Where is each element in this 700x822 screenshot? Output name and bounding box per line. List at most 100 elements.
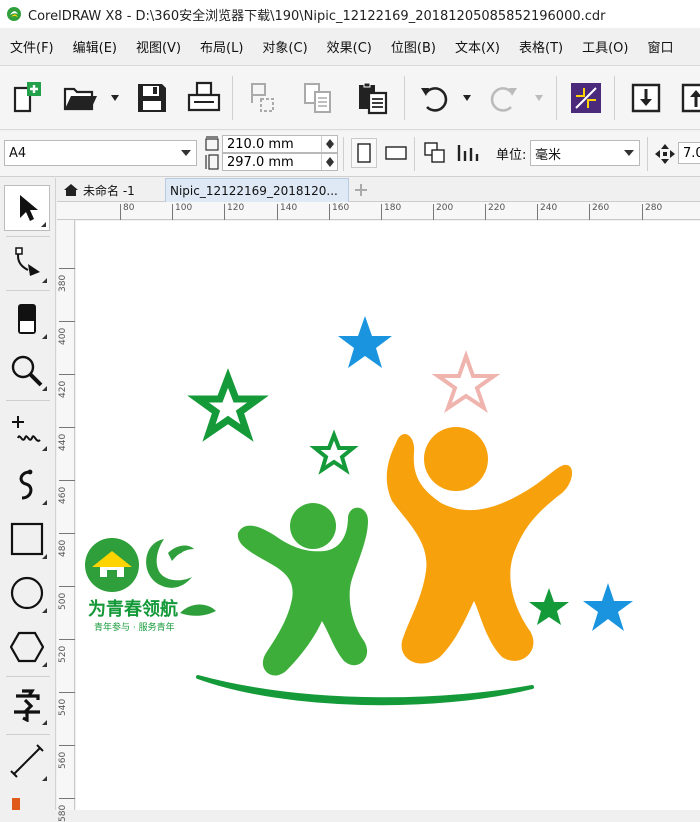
text-tool[interactable] xyxy=(4,682,50,728)
star-outline-green-small[interactable] xyxy=(309,429,359,475)
orange-figure[interactable] xyxy=(386,427,573,664)
all-pages-button[interactable] xyxy=(422,138,448,168)
current-page-button[interactable] xyxy=(455,138,481,168)
polygon-hexagon-icon xyxy=(10,631,44,663)
plus-icon xyxy=(355,184,367,196)
page-size-value: A4 xyxy=(9,145,27,161)
redo-button[interactable] xyxy=(484,78,524,118)
nudge-distance-input[interactable]: 7.0 xyxy=(678,142,700,164)
text-character-icon xyxy=(14,689,40,722)
logo-title: 为青春领航 xyxy=(88,598,178,620)
star-green-right[interactable] xyxy=(529,588,569,625)
zoom-magnifier-icon xyxy=(11,355,43,387)
green-swoosh[interactable] xyxy=(196,675,534,706)
paste-icon xyxy=(359,82,388,115)
zoom-tool[interactable] xyxy=(4,348,50,394)
save-icon xyxy=(138,84,166,112)
portrait-button[interactable] xyxy=(351,138,377,168)
menu-window[interactable]: 窗口 xyxy=(638,37,683,56)
star-blue-right[interactable] xyxy=(583,583,633,631)
page-width-spinner[interactable] xyxy=(321,136,337,152)
tab-active-label: Nipic_12122169_2018120... xyxy=(170,183,338,198)
ellipse-icon xyxy=(10,576,44,610)
menu-edit[interactable]: 编辑(E) xyxy=(63,37,126,56)
add-tab-button[interactable] xyxy=(349,178,373,202)
star-outline-green-large[interactable] xyxy=(187,368,269,442)
menu-tools[interactable]: 工具(O) xyxy=(572,37,637,56)
redo-dropdown-arrow-icon[interactable] xyxy=(534,94,544,102)
eraser-tool[interactable] xyxy=(4,296,50,342)
print-icon xyxy=(187,81,221,112)
drawing-canvas[interactable]: 为青春领航 青年参与 · 服务青年 xyxy=(76,221,700,810)
shape-tool[interactable] xyxy=(4,240,50,286)
page-width-input[interactable]: 210.0 mm xyxy=(222,135,338,153)
current-page-icon xyxy=(457,145,479,161)
menu-effects[interactable]: 效果(C) xyxy=(317,37,381,56)
new-document-button[interactable] xyxy=(8,78,48,118)
dimension-line-icon xyxy=(10,744,44,778)
ellipse-tool[interactable] xyxy=(4,570,50,616)
undo-dropdown-arrow-icon[interactable] xyxy=(462,94,472,102)
page-height-input[interactable]: 297.0 mm xyxy=(222,153,338,171)
print-button[interactable] xyxy=(184,78,224,118)
nudge-distance-icon xyxy=(655,144,675,164)
logo-leaf-icon xyxy=(180,604,216,616)
polygon-tool[interactable] xyxy=(4,624,50,670)
artistic-media-tool[interactable] xyxy=(4,462,50,508)
copy-button[interactable] xyxy=(298,78,338,118)
green-figure[interactable] xyxy=(237,503,368,676)
rectangle-icon xyxy=(10,522,44,556)
fill-color-swatch[interactable] xyxy=(12,798,20,810)
new-document-icon xyxy=(13,82,41,113)
search-content-button[interactable] xyxy=(566,78,606,118)
pointer-arrow-icon xyxy=(20,195,38,221)
toolbar-separator xyxy=(232,76,233,120)
menu-object[interactable]: 对象(C) xyxy=(252,37,316,56)
paste-button[interactable] xyxy=(352,78,392,118)
horizontal-ruler[interactable]: 80 100 120 140 160 180 200 220 240 260 2… xyxy=(57,202,700,220)
tab-active-document[interactable]: Nipic_12122169_2018120... xyxy=(165,178,349,202)
standard-toolbar xyxy=(0,66,700,130)
page-height-value: 297.0 mm xyxy=(227,154,294,170)
propbar-separator xyxy=(647,137,648,171)
portrait-icon xyxy=(357,143,371,163)
tab-untitled[interactable]: 未命名 -1 xyxy=(59,178,165,202)
rectangle-tool[interactable] xyxy=(4,516,50,562)
vertical-ruler[interactable]: 380 400 420 440 460 480 500 520 540 560 … xyxy=(57,220,75,822)
landscape-button[interactable] xyxy=(383,138,409,168)
title-bar: CorelDRAW X8 - D:\360安全浏览器下载\190\Nipic_1… xyxy=(0,0,700,28)
star-outline-pink[interactable] xyxy=(431,349,501,413)
menu-view[interactable]: 视图(V) xyxy=(126,37,190,56)
undo-button[interactable] xyxy=(414,78,454,118)
page-size-select[interactable]: A4 xyxy=(4,140,197,166)
redo-icon xyxy=(490,87,517,112)
menu-bitmaps[interactable]: 位图(B) xyxy=(381,37,445,56)
propbar-separator xyxy=(414,137,415,171)
window-title: CorelDRAW X8 - D:\360安全浏览器下载\190\Nipic_1… xyxy=(28,8,606,24)
artwork: 为青春领航 青年参与 · 服务青年 xyxy=(85,316,633,706)
dimension-tool[interactable] xyxy=(4,738,50,784)
cut-icon xyxy=(251,83,274,112)
open-button[interactable] xyxy=(60,78,100,118)
menu-file[interactable]: 文件(F) xyxy=(0,37,63,56)
home-icon xyxy=(64,184,78,196)
star-blue-top[interactable] xyxy=(338,316,392,368)
menu-layout[interactable]: 布局(L) xyxy=(190,37,252,56)
import-button[interactable] xyxy=(626,78,666,118)
page-height-spinner[interactable] xyxy=(321,154,337,170)
save-button[interactable] xyxy=(132,78,172,118)
menu-text[interactable]: 文本(X) xyxy=(445,37,509,56)
pick-tool[interactable] xyxy=(4,185,50,231)
eraser-icon xyxy=(18,304,36,334)
units-select[interactable]: 毫米 xyxy=(530,140,640,166)
open-folder-icon xyxy=(63,87,97,111)
export-button[interactable] xyxy=(676,78,700,118)
open-dropdown-arrow-icon[interactable] xyxy=(110,94,120,102)
chevron-down-icon xyxy=(624,150,634,156)
undo-icon xyxy=(421,87,448,112)
cut-button[interactable] xyxy=(244,78,284,118)
artistic-brush-icon xyxy=(19,469,33,500)
page-height-icon xyxy=(205,154,219,170)
menu-table[interactable]: 表格(T) xyxy=(509,37,572,56)
freehand-tool[interactable] xyxy=(4,408,50,454)
